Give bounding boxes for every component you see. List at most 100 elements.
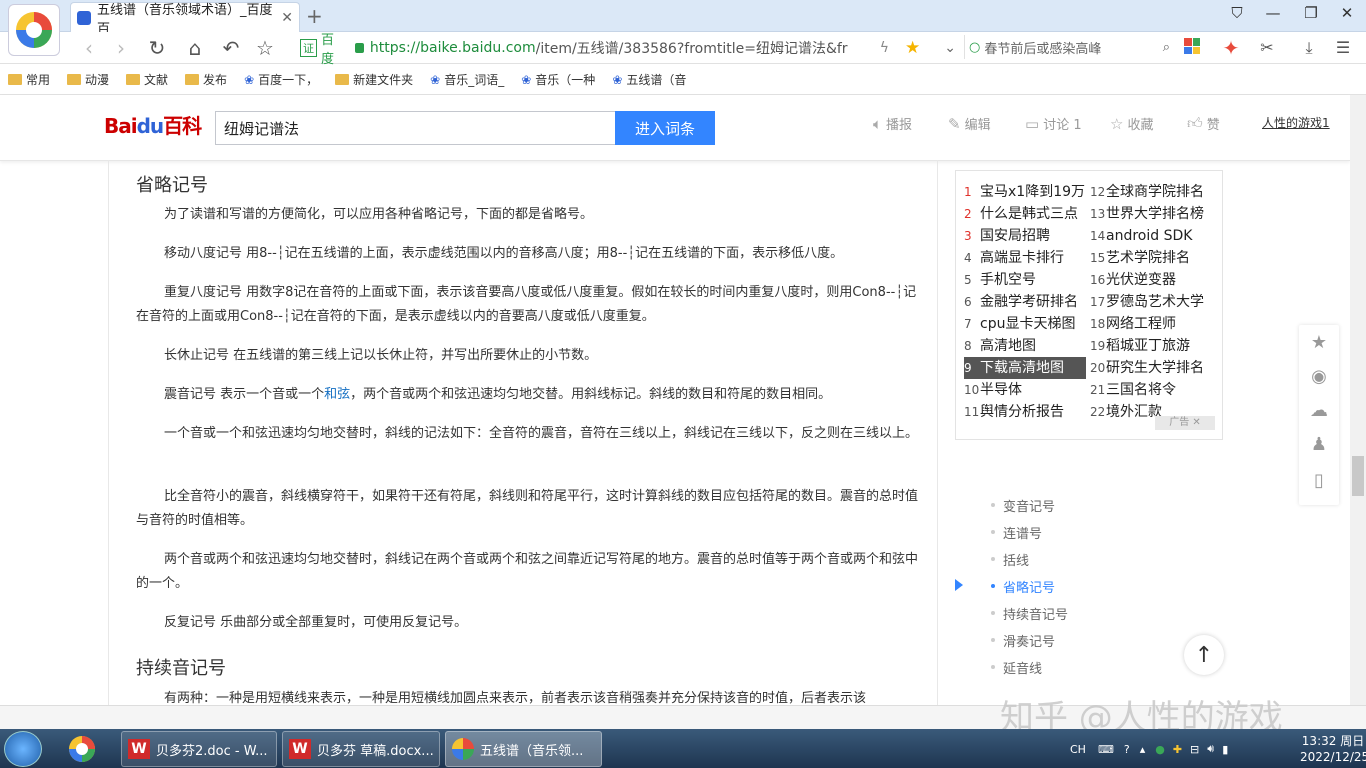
network-icon[interactable]: ▮ [1222,743,1228,756]
ad-item[interactable]: 6 金融学考研排名 [964,291,1078,313]
ad-item[interactable]: 21三国名将令 [1090,379,1176,401]
ad-item[interactable]: 14android SDK [1090,225,1192,247]
browser-tab-active[interactable]: 五线谱（音乐领域术语）_百度百 ✕ [70,2,300,37]
home-icon[interactable]: ⌂ [182,37,208,59]
ad-item[interactable]: 5 手机空号 [964,269,1036,291]
browser-search-input[interactable]: ○ 春节前后或感染高峰 ⌕ [964,35,1170,59]
toc-item[interactable]: 变音记号 [991,496,1055,515]
wechat-tray-icon[interactable]: ● [1155,743,1165,756]
address-bar[interactable]: 证 百度 https://baike.baidu.com /item/五线谱/3… [300,33,956,67]
taskbar-item-browser[interactable]: 五线谱（音乐领... [445,731,602,767]
collect-button[interactable]: ☆ 收藏 [1110,114,1153,134]
baike-search-input[interactable]: 纽姆记谱法 [215,111,615,145]
baidu-favicon-icon [77,10,91,25]
ad-item[interactable]: 16光伏逆变器 [1090,269,1176,291]
favorite-star-icon[interactable]: ☆ [252,37,278,59]
ad-item[interactable]: 15艺术学院排名 [1090,247,1190,269]
bookmark-link[interactable]: ❀ 音乐_词语_ [430,71,504,88]
maximize-button[interactable]: ❐ [1296,4,1326,22]
usb-icon[interactable]: ⊟ [1190,743,1199,756]
toc-item[interactable]: 持续音记号 [991,604,1068,623]
security-tray-icon[interactable]: ✚ [1173,743,1182,756]
game-icon[interactable]: ✦ [1218,37,1244,59]
bookmark-folder[interactable]: 常用 [8,71,50,88]
ad-item[interactable]: 22境外汇款 [1090,401,1162,423]
ad-item[interactable]: 17罗德岛艺术大学 [1090,291,1204,313]
edit-button[interactable]: ✎ 编辑 [948,114,991,134]
close-tab-icon[interactable]: ✕ [281,10,293,26]
ad-item[interactable]: 18网络工程师 [1090,313,1176,335]
qq-icon[interactable]: ♟ [1309,435,1329,455]
forward-icon[interactable]: › [108,37,134,59]
chord-link[interactable]: 和弦 [324,387,350,402]
toc-item[interactable]: 延音线 [991,658,1042,677]
back-icon[interactable]: ‹ [76,37,102,59]
language-indicator[interactable]: CH [1070,743,1086,756]
ad-item[interactable]: 4 高端显卡排行 [964,247,1064,269]
new-tab-button[interactable]: + [306,4,323,28]
browser-taskbar-icon[interactable] [66,733,100,765]
menu-icon[interactable]: ☰ [1330,37,1356,59]
help-icon[interactable]: ? [1124,743,1130,756]
ad-item[interactable]: 20研究生大学排名 [1090,357,1204,379]
minimize-button[interactable]: — [1258,4,1288,22]
refresh-icon[interactable]: ↻ [144,37,170,59]
volume-icon[interactable]: 🔊︎ [1207,742,1214,756]
shirt-skin-icon[interactable]: ⛉ [1222,4,1252,22]
ad-item[interactable]: 19稻城亚丁旅游 [1090,335,1190,357]
toc-item[interactable]: 括线 [991,550,1029,569]
like-button[interactable]: 👍︎ 赞 [1187,114,1220,133]
ad-item[interactable]: 3 国安局招聘 [964,225,1050,247]
tray-expand-icon[interactable]: ▴ [1140,743,1146,756]
baike-logo[interactable]: Baidu百科 [104,110,202,139]
toc-item[interactable]: 滑奏记号 [991,631,1055,650]
star-favorite-icon[interactable]: ★ [1309,333,1329,353]
ad-item[interactable]: 1 宝马x1降到19万 [964,181,1085,203]
user-link[interactable]: 人性的游戏1 [1262,114,1330,131]
scissors-icon[interactable]: ✂ [1254,37,1280,59]
bookmark-folder[interactable]: 发布 [185,71,227,88]
ad-item[interactable]: 13世界大学排名榜 [1090,203,1204,225]
page-scrollbar[interactable] [1350,95,1366,705]
close-window-button[interactable]: ✕ [1332,4,1362,22]
bookmark-folder[interactable]: 动漫 [67,71,109,88]
lightning-icon[interactable]: ϟ [880,40,889,56]
scrollbar-thumb[interactable] [1352,456,1364,496]
wechat-icon[interactable]: ☁ [1309,401,1329,421]
undo-close-icon[interactable]: ↶ [218,37,244,59]
ad-item[interactable]: 12全球商学院排名 [1090,181,1204,203]
start-button[interactable] [4,731,42,767]
download-icon[interactable]: ⤓ [1296,37,1322,59]
mobile-icon[interactable]: ▯ [1309,471,1329,491]
ad-item[interactable]: 10半导体 [964,379,1022,401]
bookmark-star-icon[interactable]: ★ [905,38,920,58]
enter-entry-button[interactable]: 进入词条 [615,111,715,145]
ad-item[interactable]: 7 cpu显卡天梯图 [964,313,1075,335]
back-to-top-button[interactable]: ↑ [1184,635,1224,675]
bookmark-folder[interactable]: 文献 [126,71,168,88]
toc-item-active[interactable]: 省略记号 [991,577,1055,596]
ad-item[interactable]: 11舆情分析报告 [964,401,1064,423]
browser-logo-icon[interactable] [8,4,60,56]
discuss-button[interactable]: ▭ 讨论 1 [1025,114,1082,134]
search-icon[interactable]: ⌕ [1163,40,1170,55]
bookmark-link[interactable]: ❀ 五线谱（音 [612,71,686,88]
taskbar-item-doc2[interactable]: W 贝多芬 草稿.docx... [282,731,440,767]
keyboard-icon[interactable]: ⌨ [1098,743,1114,756]
ad-item[interactable]: 9 下载高清地图 [964,357,1086,379]
apps-grid-icon[interactable] [1184,38,1200,54]
ad-item-label: 高清地图 [980,338,1036,354]
ad-item-label: android SDK [1106,228,1193,244]
bookmark-link[interactable]: ❀ 百度一下， [244,71,318,88]
bookmark-folder[interactable]: 新建文件夹 [335,71,413,88]
taskbar-item-doc1[interactable]: W 贝多芬2.doc - W... [121,731,277,767]
dropdown-chevron-icon[interactable]: ⌄ [944,40,956,56]
weibo-icon[interactable]: ◉ [1309,367,1329,387]
system-clock[interactable]: 13:32 周日 2022/12/25 [1300,731,1366,767]
broadcast-button[interactable]: 🔈︎ 播报 [873,114,912,134]
ad-item[interactable]: 2 什么是韩式三点 [964,203,1078,225]
toc-item[interactable]: 连谱号 [991,523,1042,542]
ad-item[interactable]: 8 高清地图 [964,335,1036,357]
bookmark-link[interactable]: ❀ 音乐（一种 [521,71,595,88]
ad-label[interactable]: 广告 ✕ [1155,416,1215,430]
